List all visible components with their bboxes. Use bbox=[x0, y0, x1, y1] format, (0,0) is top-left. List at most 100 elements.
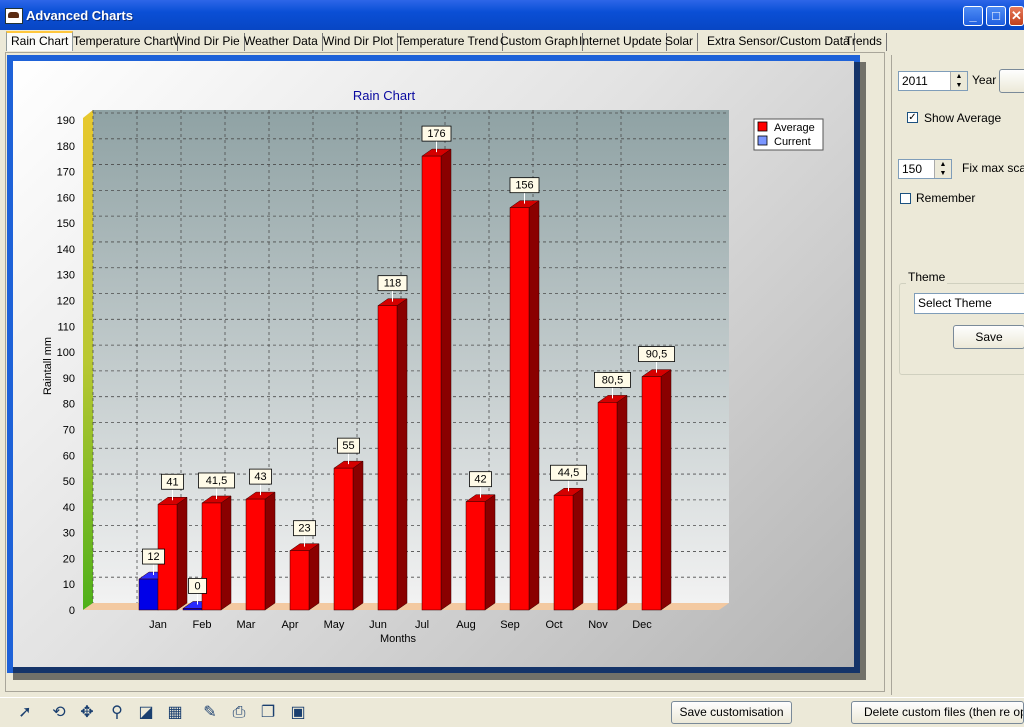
year-spinner[interactable]: 2011 ▲ ▼ bbox=[898, 71, 968, 91]
x-tick-label: Apr bbox=[281, 619, 298, 631]
rain-chart[interactable]: Rain Chart 01020304050607080901001101201… bbox=[13, 61, 854, 667]
chart-legend[interactable]: Average Current bbox=[753, 118, 824, 151]
depth-icon[interactable]: ◪ bbox=[135, 702, 157, 724]
average-bar bbox=[641, 369, 672, 611]
plot-background bbox=[93, 110, 729, 603]
average-data-label: 156 bbox=[515, 180, 533, 192]
bottom-toolbar: ➚ ⟲ ✥ ⚲ ◪ ▦ ✎ ⎙ ❐ ▣ Save customisation D… bbox=[0, 697, 1024, 727]
tab-internet-update[interactable]: Internet Update bbox=[575, 33, 667, 51]
y-tick-label: 130 bbox=[57, 270, 75, 282]
tab-rain-chart[interactable]: Rain Chart bbox=[6, 31, 74, 51]
y-tick-label: 110 bbox=[57, 321, 75, 333]
tab-extra-sensor[interactable]: Extra Sensor/Custom Data bbox=[703, 33, 855, 51]
save-customisation-button[interactable]: Save customisation bbox=[671, 701, 792, 724]
y-axis-label: Raintall mm bbox=[42, 337, 54, 395]
average-bar-side bbox=[528, 200, 540, 611]
average-bar-face bbox=[509, 207, 530, 611]
x-tick-label: Oct bbox=[545, 619, 562, 631]
average-bar-side bbox=[440, 148, 452, 611]
average-bar bbox=[465, 494, 496, 611]
average-bar-side bbox=[308, 543, 320, 611]
x-tick-label: Sep bbox=[500, 619, 520, 631]
average-bar-face bbox=[289, 550, 310, 611]
tab-temperature-trend[interactable]: Temperature Trend bbox=[393, 33, 504, 51]
y-tick-label: 170 bbox=[57, 167, 75, 179]
tab-wind-dir-pie[interactable]: Wind Dir Pie bbox=[169, 33, 245, 51]
3d-icon[interactable]: ▦ bbox=[164, 702, 186, 724]
x-tick-label: Feb bbox=[193, 619, 212, 631]
move-icon[interactable]: ✥ bbox=[76, 702, 98, 724]
average-data-label: 41 bbox=[166, 476, 178, 488]
chart-title: Rain Chart bbox=[353, 88, 416, 103]
average-bar-side bbox=[220, 495, 232, 611]
max-scale-spin-buttons[interactable]: ▲ ▼ bbox=[934, 160, 951, 178]
x-tick-label: Jan bbox=[149, 619, 167, 631]
max-scale-spinner[interactable]: 150 ▲ ▼ bbox=[898, 159, 952, 179]
y-tick-label: 100 bbox=[57, 347, 75, 359]
average-data-label: 118 bbox=[384, 278, 402, 290]
current-bar-face bbox=[182, 608, 203, 611]
remember-checkbox[interactable] bbox=[900, 193, 911, 204]
y-tick-label: 10 bbox=[63, 579, 75, 591]
average-data-label: 44,5 bbox=[558, 467, 579, 479]
y-tick-label: 70 bbox=[63, 424, 75, 436]
tab-custom-graph[interactable]: Custom Graph bbox=[496, 33, 584, 51]
average-bar bbox=[245, 491, 276, 611]
x-tick-label: Dec bbox=[632, 619, 652, 631]
window-title: Advanced Charts bbox=[26, 8, 133, 23]
tab-solar[interactable]: Solar bbox=[661, 33, 699, 51]
x-tick-label: Mar bbox=[237, 619, 256, 631]
average-data-label: 41,5 bbox=[206, 475, 227, 487]
max-scale-value: 150 bbox=[902, 162, 923, 176]
average-bar bbox=[333, 460, 364, 611]
legend-average-label: Average bbox=[774, 122, 815, 134]
print-icon[interactable]: ⎙ bbox=[228, 702, 250, 724]
y-tick-label: 120 bbox=[57, 296, 75, 308]
app-icon bbox=[5, 8, 23, 24]
theme-save-button[interactable]: Save bbox=[953, 325, 1024, 349]
year-value: 2011 bbox=[902, 74, 928, 88]
average-bar-face bbox=[245, 498, 266, 611]
y-tick-label: 60 bbox=[63, 450, 75, 462]
average-bar-side bbox=[484, 494, 496, 611]
zoom-icon[interactable]: ⚲ bbox=[106, 702, 128, 724]
average-bar-face bbox=[641, 376, 662, 611]
average-data-label: 43 bbox=[254, 471, 266, 483]
average-bar-face bbox=[553, 494, 574, 611]
average-bar-side bbox=[396, 298, 408, 611]
y-tick-label: 150 bbox=[57, 218, 75, 230]
tab-wind-dir-plot[interactable]: Wind Dir Plot bbox=[319, 33, 399, 51]
chart-panel[interactable]: Rain Chart 0 10 20 30 40 50 60 70 80 90 100 110 120 1… bbox=[13, 61, 854, 667]
y-tick-label: 160 bbox=[57, 192, 75, 204]
save-icon[interactable]: ▣ bbox=[287, 702, 309, 724]
left-wall bbox=[83, 110, 93, 610]
tab-temperature-chart[interactable]: Temperature Chart bbox=[69, 33, 179, 51]
title-bar: Advanced Charts _ □ ✕ bbox=[0, 0, 1024, 30]
average-data-label: 23 bbox=[298, 523, 310, 535]
tab-trends[interactable]: Trends bbox=[841, 33, 887, 51]
max-scale-label: Fix max scale bbox=[962, 161, 1024, 175]
edit-icon[interactable]: ✎ bbox=[199, 702, 221, 724]
show-average-checkbox[interactable]: ✓ bbox=[907, 112, 918, 123]
y-tick-label: 140 bbox=[57, 244, 75, 256]
average-bar-side bbox=[660, 369, 672, 611]
copy-icon[interactable]: ❐ bbox=[257, 702, 279, 724]
pointer-icon[interactable]: ➚ bbox=[14, 702, 36, 724]
rotate-icon[interactable]: ⟲ bbox=[48, 702, 70, 724]
theme-group-label: Theme bbox=[906, 270, 948, 284]
year-go-button[interactable] bbox=[999, 69, 1024, 93]
x-tick-label: May bbox=[324, 619, 345, 631]
theme-select[interactable]: Select Theme bbox=[914, 293, 1024, 314]
y-tick-label: 80 bbox=[63, 399, 75, 411]
y-tick-label: 180 bbox=[57, 141, 75, 153]
minimize-button[interactable]: _ bbox=[963, 6, 983, 26]
maximize-button[interactable]: □ bbox=[986, 6, 1006, 26]
x-tick-label: Aug bbox=[456, 619, 476, 631]
delete-custom-files-button[interactable]: Delete custom files (then re open) bbox=[851, 701, 1024, 724]
x-axis-label: Months bbox=[380, 633, 417, 645]
average-bar-face bbox=[201, 502, 222, 611]
tab-weather-data[interactable]: Weather Data bbox=[240, 33, 323, 51]
x-tick-label: Nov bbox=[588, 619, 608, 631]
close-button[interactable]: ✕ bbox=[1009, 6, 1024, 26]
year-spin-buttons[interactable]: ▲ ▼ bbox=[950, 72, 967, 90]
